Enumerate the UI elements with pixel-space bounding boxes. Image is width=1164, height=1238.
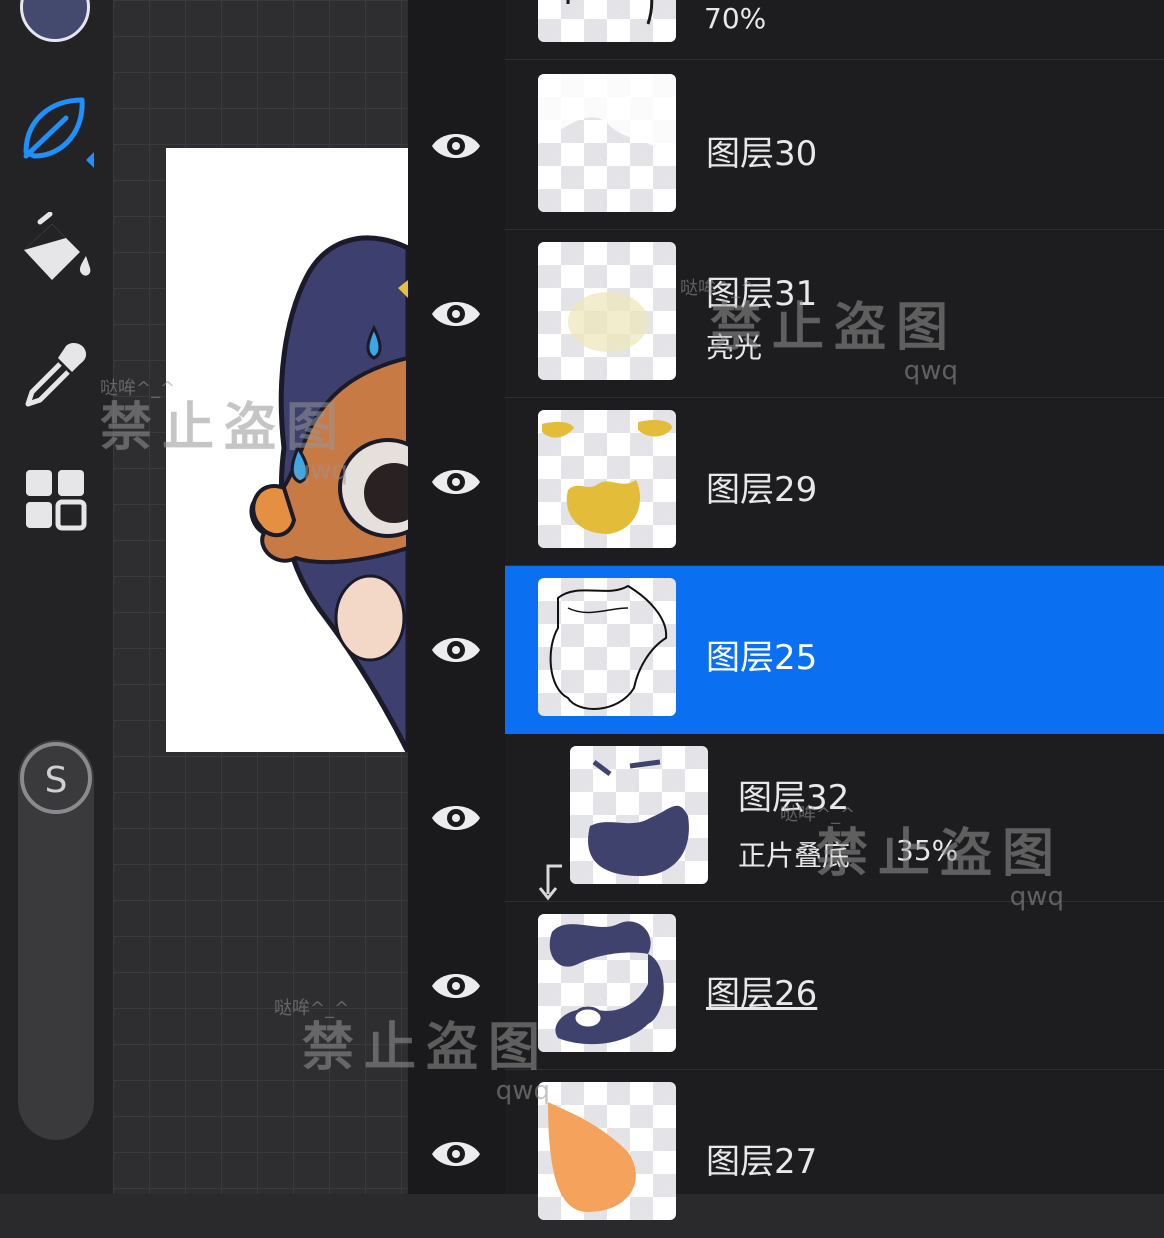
layer-opacity: 70% bbox=[704, 2, 767, 35]
layer-thumbnail bbox=[538, 578, 676, 716]
visibility-toggle[interactable] bbox=[428, 958, 484, 1014]
leaf-brush-icon bbox=[23, 97, 94, 168]
layer-row[interactable]: 图层30 bbox=[408, 62, 1164, 230]
layer-name[interactable]: 图层30 bbox=[706, 126, 817, 175]
layers-tool-button[interactable] bbox=[16, 460, 96, 540]
layer-row[interactable]: 图层32 正片叠底 35% bbox=[408, 734, 1164, 902]
eyedropper-icon bbox=[25, 342, 87, 407]
layer-row[interactable]: 70% bbox=[408, 0, 1164, 60]
visibility-toggle[interactable] bbox=[428, 1126, 484, 1182]
layer-name[interactable]: 图层27 bbox=[706, 1134, 817, 1183]
layer-name[interactable]: 图层26 bbox=[706, 966, 817, 1015]
layer-name[interactable]: 图层31 bbox=[706, 266, 817, 315]
eye-icon bbox=[432, 638, 480, 662]
layer-row[interactable]: 图层29 bbox=[408, 398, 1164, 566]
slider-label: S bbox=[44, 760, 68, 801]
visibility-toggle[interactable] bbox=[428, 286, 484, 342]
eye-icon bbox=[432, 470, 480, 494]
character-artwork bbox=[249, 235, 408, 752]
grid-icon bbox=[26, 470, 87, 531]
visibility-toggle[interactable] bbox=[428, 454, 484, 510]
color-swatch[interactable] bbox=[20, 0, 90, 42]
layer-name[interactable]: 图层32 bbox=[738, 770, 849, 819]
layer-thumbnail bbox=[538, 74, 676, 212]
layer-blend-mode: 正片叠底 bbox=[738, 839, 851, 872]
eye-icon bbox=[432, 1142, 480, 1166]
artboard[interactable] bbox=[166, 148, 408, 752]
layer-row[interactable]: 图层31 亮光 bbox=[408, 230, 1164, 398]
layer-row-selected[interactable]: 图层25 bbox=[408, 566, 1164, 734]
visibility-toggle[interactable] bbox=[428, 790, 484, 846]
layers-panel: 70% 图层30 图层31 亮光 图层29 图层25 图层32 正片叠底 35%… bbox=[408, 0, 1164, 1220]
layer-thumbnail bbox=[538, 0, 676, 42]
layer-thumbnail bbox=[538, 914, 676, 1052]
eyedropper-tool-button[interactable] bbox=[16, 334, 96, 414]
clipping-mask-arrow-icon bbox=[536, 862, 566, 902]
brush-size-slider[interactable]: S bbox=[18, 740, 94, 1140]
layer-opacity: 35% bbox=[896, 834, 959, 867]
layer-name[interactable]: 图层25 bbox=[706, 630, 817, 679]
brush-tool-button[interactable] bbox=[16, 90, 96, 170]
visibility-toggle[interactable] bbox=[428, 118, 484, 174]
paint-bucket-icon bbox=[24, 212, 91, 280]
layer-blend-mode: 亮光 bbox=[706, 331, 763, 364]
layer-row[interactable]: 图层26 bbox=[408, 902, 1164, 1070]
eye-icon bbox=[432, 134, 480, 158]
eye-icon bbox=[432, 974, 480, 998]
eye-icon bbox=[432, 806, 480, 830]
fill-tool-button[interactable] bbox=[16, 212, 96, 292]
layer-thumbnail bbox=[538, 410, 676, 548]
layer-row[interactable]: 图层27 bbox=[408, 1070, 1164, 1238]
layer-thumbnail bbox=[538, 1082, 676, 1220]
eye-icon bbox=[432, 302, 480, 326]
visibility-toggle[interactable] bbox=[428, 622, 484, 678]
slider-knob[interactable]: S bbox=[18, 740, 94, 816]
layer-thumbnail bbox=[570, 746, 708, 884]
layer-name[interactable]: 图层29 bbox=[706, 462, 817, 511]
layer-thumbnail bbox=[538, 242, 676, 380]
left-toolbar: S bbox=[0, 0, 113, 1194]
